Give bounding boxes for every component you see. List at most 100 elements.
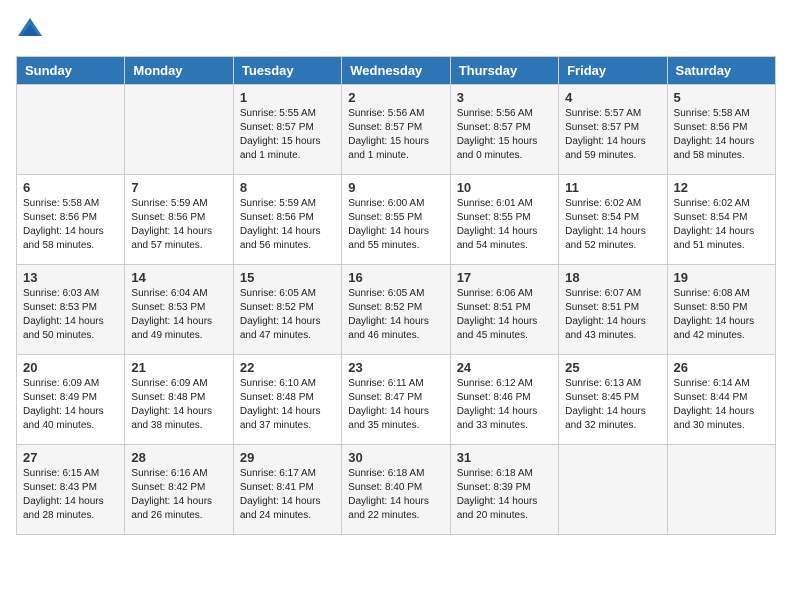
day-number: 4 (565, 90, 660, 105)
calendar-cell: 31 Sunrise: 6:18 AM Sunset: 8:39 PM Dayli… (450, 445, 558, 535)
day-info: Sunrise: 6:02 AM Sunset: 8:54 PM Dayligh… (565, 197, 660, 253)
day-header-saturday: Saturday (667, 57, 775, 85)
day-info: Sunrise: 6:13 AM Sunset: 8:45 PM Dayligh… (565, 377, 660, 433)
logo-icon (16, 16, 44, 44)
day-info: Sunrise: 6:00 AM Sunset: 8:55 PM Dayligh… (348, 197, 443, 253)
day-info: Sunrise: 6:09 AM Sunset: 8:49 PM Dayligh… (23, 377, 118, 433)
day-number: 3 (457, 90, 552, 105)
day-number: 20 (23, 360, 118, 375)
day-info: Sunrise: 6:06 AM Sunset: 8:51 PM Dayligh… (457, 287, 552, 343)
calendar-cell: 19 Sunrise: 6:08 AM Sunset: 8:50 PM Dayli… (667, 265, 775, 355)
calendar-cell: 22Sunrise: 6:10 AM Sunset: 8:48 PM Dayli… (233, 355, 341, 445)
calendar-cell: 5 Sunrise: 5:58 AM Sunset: 8:56 PM Daylig… (667, 85, 775, 175)
calendar-cell: 24Sunrise: 6:12 AM Sunset: 8:46 PM Dayli… (450, 355, 558, 445)
calendar-cell: 18Sunrise: 6:07 AM Sunset: 8:51 PM Dayli… (559, 265, 667, 355)
day-header-sunday: Sunday (17, 57, 125, 85)
day-number: 28 (131, 450, 226, 465)
day-info: Sunrise: 5:56 AM Sunset: 8:57 PM Dayligh… (348, 107, 443, 163)
day-info: Sunrise: 6:18 AM Sunset: 8:40 PM Dayligh… (348, 467, 443, 523)
day-number: 29 (240, 450, 335, 465)
logo (16, 16, 48, 44)
calendar-cell (17, 85, 125, 175)
day-number: 26 (674, 360, 769, 375)
day-number: 22 (240, 360, 335, 375)
day-info: Sunrise: 6:11 AM Sunset: 8:47 PM Dayligh… (348, 377, 443, 433)
day-number: 1 (240, 90, 335, 105)
page-header (16, 16, 776, 44)
day-number: 30 (348, 450, 443, 465)
day-info: Sunrise: 6:08 AM Sunset: 8:50 PM Dayligh… (674, 287, 769, 343)
day-number: 7 (131, 180, 226, 195)
day-number: 12 (674, 180, 769, 195)
day-number: 5 (674, 90, 769, 105)
calendar-cell: 20 Sunrise: 6:09 AM Sunset: 8:49 PM Dayli… (17, 355, 125, 445)
calendar-cell: 29Sunrise: 6:17 AM Sunset: 8:41 PM Dayli… (233, 445, 341, 535)
day-info: Sunrise: 6:18 AM Sunset: 8:39 PM Dayligh… (457, 467, 552, 523)
calendar-cell: 3 Sunrise: 5:56 AM Sunset: 8:57 PM Daylig… (450, 85, 558, 175)
calendar-cell (125, 85, 233, 175)
day-info: Sunrise: 6:05 AM Sunset: 8:52 PM Dayligh… (240, 287, 335, 343)
day-info: Sunrise: 5:57 AM Sunset: 8:57 PM Dayligh… (565, 107, 660, 163)
day-info: Sunrise: 6:07 AM Sunset: 8:51 PM Dayligh… (565, 287, 660, 343)
day-info: Sunrise: 5:58 AM Sunset: 8:56 PM Dayligh… (23, 197, 118, 253)
day-header-monday: Monday (125, 57, 233, 85)
day-number: 8 (240, 180, 335, 195)
day-info: Sunrise: 6:04 AM Sunset: 8:53 PM Dayligh… (131, 287, 226, 343)
day-info: Sunrise: 6:03 AM Sunset: 8:53 PM Dayligh… (23, 287, 118, 343)
calendar-cell: 4 Sunrise: 5:57 AM Sunset: 8:57 PM Daylig… (559, 85, 667, 175)
day-info: Sunrise: 5:55 AM Sunset: 8:57 PM Dayligh… (240, 107, 335, 163)
day-number: 17 (457, 270, 552, 285)
calendar-cell: 12 Sunrise: 6:02 AM Sunset: 8:54 PM Dayli… (667, 175, 775, 265)
day-info: Sunrise: 6:02 AM Sunset: 8:54 PM Dayligh… (674, 197, 769, 253)
day-number: 16 (348, 270, 443, 285)
week-row-3: 13 Sunrise: 6:03 AM Sunset: 8:53 PM Dayli… (17, 265, 776, 355)
calendar-header-row: SundayMondayTuesdayWednesdayThursdayFrid… (17, 57, 776, 85)
day-info: Sunrise: 5:56 AM Sunset: 8:57 PM Dayligh… (457, 107, 552, 163)
calendar-cell: 21 Sunrise: 6:09 AM Sunset: 8:48 PM Dayli… (125, 355, 233, 445)
calendar-cell: 15 Sunrise: 6:05 AM Sunset: 8:52 PM Dayli… (233, 265, 341, 355)
day-number: 23 (348, 360, 443, 375)
calendar-cell: 14 Sunrise: 6:04 AM Sunset: 8:53 PM Dayli… (125, 265, 233, 355)
day-header-wednesday: Wednesday (342, 57, 450, 85)
day-header-friday: Friday (559, 57, 667, 85)
week-row-5: 27Sunrise: 6:15 AM Sunset: 8:43 PM Dayli… (17, 445, 776, 535)
calendar-cell: 13 Sunrise: 6:03 AM Sunset: 8:53 PM Dayli… (17, 265, 125, 355)
calendar-cell (559, 445, 667, 535)
day-number: 13 (23, 270, 118, 285)
calendar-cell: 1 Sunrise: 5:55 AM Sunset: 8:57 PM Daylig… (233, 85, 341, 175)
calendar-cell: 6 Sunrise: 5:58 AM Sunset: 8:56 PM Daylig… (17, 175, 125, 265)
calendar-cell: 30 Sunrise: 6:18 AM Sunset: 8:40 PM Dayli… (342, 445, 450, 535)
day-info: Sunrise: 6:01 AM Sunset: 8:55 PM Dayligh… (457, 197, 552, 253)
calendar-cell: 25Sunrise: 6:13 AM Sunset: 8:45 PM Dayli… (559, 355, 667, 445)
day-number: 24 (457, 360, 552, 375)
day-info: Sunrise: 6:05 AM Sunset: 8:52 PM Dayligh… (348, 287, 443, 343)
calendar-cell: 23 Sunrise: 6:11 AM Sunset: 8:47 PM Dayli… (342, 355, 450, 445)
calendar-cell: 10 Sunrise: 6:01 AM Sunset: 8:55 PM Dayli… (450, 175, 558, 265)
day-number: 31 (457, 450, 552, 465)
day-number: 15 (240, 270, 335, 285)
day-info: Sunrise: 5:59 AM Sunset: 8:56 PM Dayligh… (131, 197, 226, 253)
week-row-1: 1 Sunrise: 5:55 AM Sunset: 8:57 PM Daylig… (17, 85, 776, 175)
day-number: 14 (131, 270, 226, 285)
day-number: 6 (23, 180, 118, 195)
day-number: 21 (131, 360, 226, 375)
day-number: 10 (457, 180, 552, 195)
calendar-cell: 28 Sunrise: 6:16 AM Sunset: 8:42 PM Dayli… (125, 445, 233, 535)
day-info: Sunrise: 6:09 AM Sunset: 8:48 PM Dayligh… (131, 377, 226, 433)
calendar-cell: 16 Sunrise: 6:05 AM Sunset: 8:52 PM Dayli… (342, 265, 450, 355)
day-header-thursday: Thursday (450, 57, 558, 85)
calendar-table: SundayMondayTuesdayWednesdayThursdayFrid… (16, 56, 776, 535)
day-info: Sunrise: 5:58 AM Sunset: 8:56 PM Dayligh… (674, 107, 769, 163)
calendar-cell: 17 Sunrise: 6:06 AM Sunset: 8:51 PM Dayli… (450, 265, 558, 355)
calendar-cell: 27Sunrise: 6:15 AM Sunset: 8:43 PM Dayli… (17, 445, 125, 535)
day-info: Sunrise: 5:59 AM Sunset: 8:56 PM Dayligh… (240, 197, 335, 253)
week-row-4: 20 Sunrise: 6:09 AM Sunset: 8:49 PM Dayli… (17, 355, 776, 445)
day-number: 11 (565, 180, 660, 195)
calendar-cell: 8 Sunrise: 5:59 AM Sunset: 8:56 PM Daylig… (233, 175, 341, 265)
day-info: Sunrise: 6:16 AM Sunset: 8:42 PM Dayligh… (131, 467, 226, 523)
week-row-2: 6 Sunrise: 5:58 AM Sunset: 8:56 PM Daylig… (17, 175, 776, 265)
day-info: Sunrise: 6:15 AM Sunset: 8:43 PM Dayligh… (23, 467, 118, 523)
day-number: 19 (674, 270, 769, 285)
calendar-cell: 26Sunrise: 6:14 AM Sunset: 8:44 PM Dayli… (667, 355, 775, 445)
calendar-cell: 9Sunrise: 6:00 AM Sunset: 8:55 PM Daylig… (342, 175, 450, 265)
